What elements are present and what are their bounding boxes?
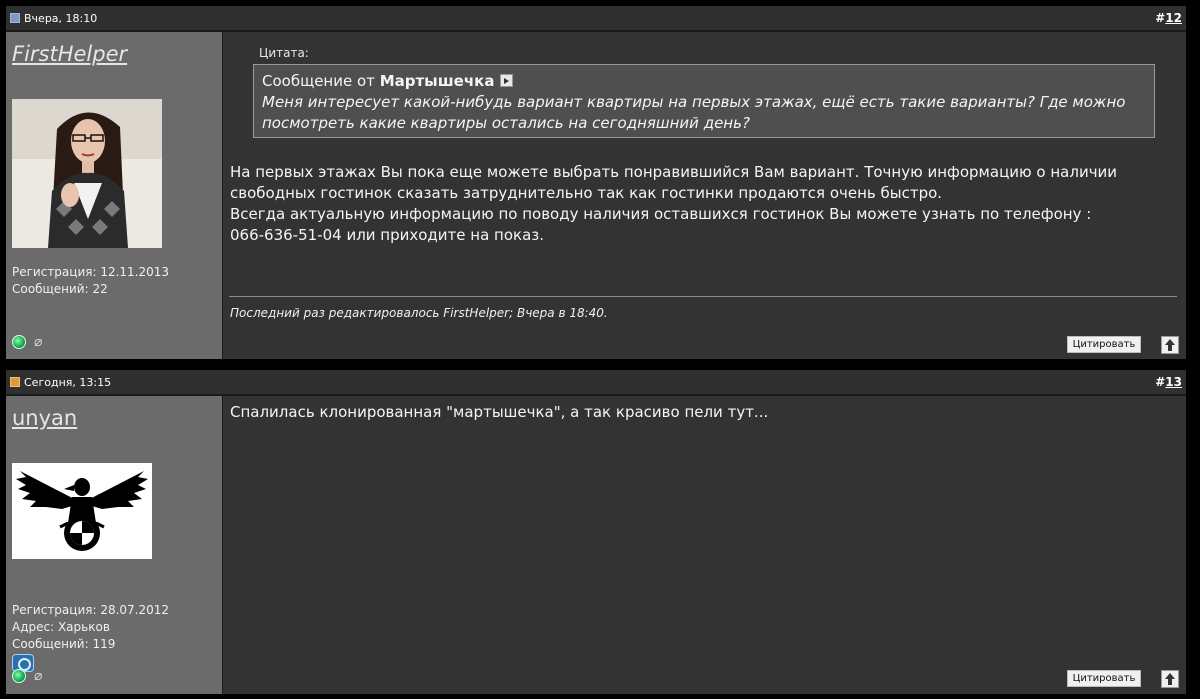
username-link[interactable]: FirstHelper (12, 42, 127, 66)
post-number-link[interactable]: #13 (1155, 375, 1182, 389)
registration-date: Регистрация: 12.11.2013 (12, 265, 170, 279)
attachment-icon[interactable]: ⌀ (34, 334, 48, 350)
online-status-icon (12, 669, 26, 683)
quote-author-line: Сообщение от Мартышечка (262, 71, 1146, 92)
back-to-top-icon[interactable] (1161, 336, 1179, 354)
post-number-link[interactable]: #12 (1155, 11, 1182, 25)
post-old-icon (10, 13, 20, 23)
post-content: Цитата: Сообщение от Мартышечка Меня инт… (223, 32, 1186, 359)
user-meta: Регистрация: 28.07.2012 Адрес: Харьков С… (12, 602, 169, 653)
post-12: Вчера, 18:10 #12 FirstHelper Регистрация… (6, 6, 1186, 359)
post-header: Сегодня, 13:15 #13 (6, 370, 1186, 396)
online-status-icon (12, 335, 26, 349)
message-paragraph: Спалилась клонированная "мартышечка", а … (230, 403, 769, 421)
quote-button[interactable]: Цитировать (1067, 670, 1141, 687)
post-date: Вчера, 18:10 (24, 12, 98, 25)
user-sidebar: unyan Регистрация: 28.07.2012 Адрес: Хар… (6, 396, 223, 694)
username-link[interactable]: unyan (12, 406, 77, 430)
post-header: Вчера, 18:10 #12 (6, 6, 1186, 32)
quote-author: Мартышечка (379, 72, 495, 90)
message-count: Сообщений: 22 (12, 282, 108, 296)
attachment-icon[interactable]: ⌀ (34, 668, 48, 684)
message-paragraph: На первых этажах Вы пока еще можете выбр… (230, 163, 1118, 202)
avatar-eagle-emblem-image (12, 463, 152, 559)
avatar[interactable] (12, 463, 152, 559)
user-meta: Регистрация: 12.11.2013 Сообщений: 22 (12, 264, 169, 298)
avatar[interactable] (12, 99, 162, 248)
quote-box: Сообщение от Мартышечка Меня интересует … (253, 64, 1155, 138)
quote-from-prefix: Сообщение от (262, 72, 375, 90)
post-content: Спалилась клонированная "мартышечка", а … (223, 396, 1186, 694)
message-paragraph: Всегда актуальную информацию по поводу н… (230, 205, 1092, 244)
quote-label: Цитата: (259, 46, 309, 60)
avatar-woman-image (12, 99, 162, 248)
post-13: Сегодня, 13:15 #13 unyan Регистрация: 28… (6, 370, 1186, 694)
user-address: Адрес: Харьков (12, 620, 110, 634)
post-message: Спалилась клонированная "мартышечка", а … (230, 402, 1130, 423)
user-sidebar: FirstHelper Регистрация: 12.11.2013 Сооб… (6, 32, 223, 359)
quote-button[interactable]: Цитировать (1067, 336, 1141, 353)
back-to-top-icon[interactable] (1161, 670, 1179, 688)
view-post-icon[interactable] (500, 74, 514, 87)
post-message: На первых этажах Вы пока еще можете выбр… (230, 162, 1130, 246)
post-new-icon (10, 377, 20, 387)
edited-note: Последний раз редактировалось FirstHelpe… (230, 306, 608, 320)
signature-divider (229, 296, 1177, 297)
post-date: Сегодня, 13:15 (24, 376, 112, 389)
message-count: Сообщений: 119 (12, 637, 116, 651)
registration-date: Регистрация: 28.07.2012 (12, 603, 170, 617)
quote-text: Меня интересует какой-нибудь вариант ква… (262, 93, 1126, 132)
